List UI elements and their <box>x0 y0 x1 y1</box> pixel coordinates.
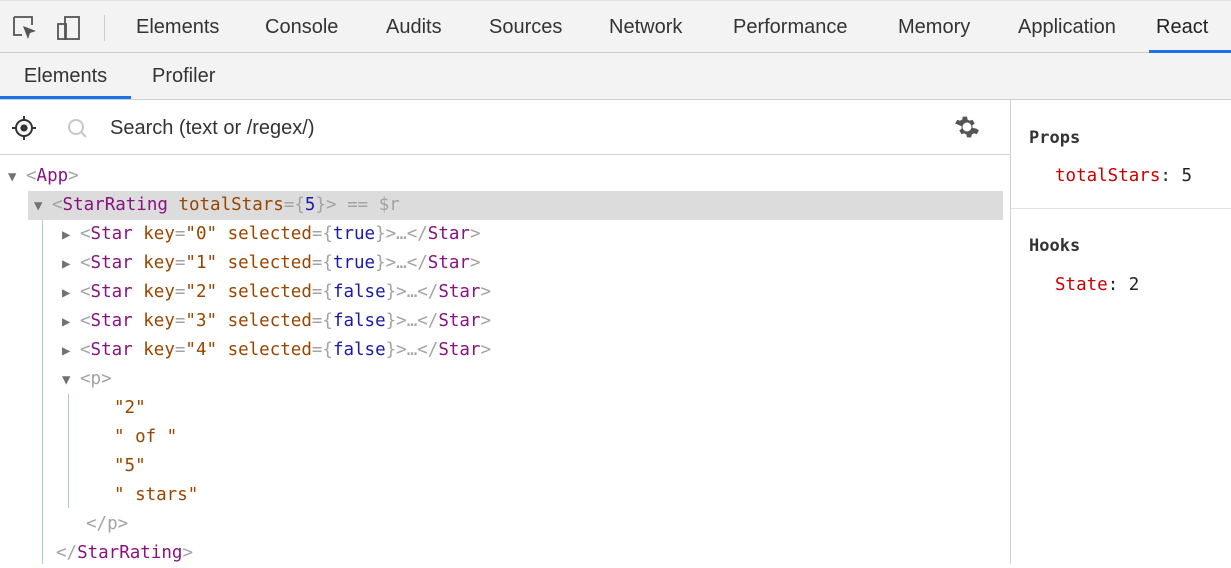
tree-row-star-rating[interactable]: ▼ <StarRating totalStars={5}> == $r <box>28 191 1003 220</box>
tree-row-p[interactable]: ▼ <p> <box>62 365 112 394</box>
hooks-title: Hooks <box>1029 236 1081 256</box>
collapsed-triangle-icon[interactable]: ▶ <box>62 308 80 337</box>
expanded-triangle-icon[interactable]: ▼ <box>8 163 26 192</box>
tree-row-app[interactable]: ▼ <App> <box>8 162 79 191</box>
search-bar <box>0 100 1010 155</box>
collapsed-triangle-icon[interactable]: ▶ <box>62 279 80 308</box>
prop-row-total-stars[interactable]: totalStars: 5 <box>1055 166 1192 186</box>
tree-row-star[interactable]: ▶ <Star key="3" selected={false}>…</Star> <box>62 307 491 336</box>
tree-row-p-close[interactable]: </p> <box>86 510 128 539</box>
tab-react[interactable]: React <box>1149 1 1231 53</box>
tab-application[interactable]: Application <box>1018 1 1116 53</box>
text-node[interactable]: " of " <box>114 423 177 452</box>
devtools-tab-bar: Elements Console Audits Sources Network … <box>0 0 1231 53</box>
collapsed-triangle-icon[interactable]: ▶ <box>62 337 80 366</box>
panel-divider <box>1011 208 1231 209</box>
tab-sources[interactable]: Sources <box>489 1 562 53</box>
tree-row-star[interactable]: ▶ <Star key="1" selected={true}>…</Star> <box>62 249 481 278</box>
tab-audits[interactable]: Audits <box>386 1 442 53</box>
expanded-triangle-icon[interactable]: ▼ <box>34 192 52 221</box>
selected-element-panel: Props totalStars: 5 Hooks State: 2 <box>1010 100 1231 564</box>
tab-elements[interactable]: Elements <box>136 1 219 53</box>
gear-icon[interactable] <box>954 114 980 140</box>
hook-row-state[interactable]: State: 2 <box>1055 275 1139 295</box>
tab-console[interactable]: Console <box>265 1 338 53</box>
collapsed-triangle-icon[interactable]: ▶ <box>62 250 80 279</box>
text-node[interactable]: "2" <box>114 394 146 423</box>
subtab-profiler[interactable]: Profiler <box>152 53 215 99</box>
device-toolbar-icon[interactable] <box>56 15 82 41</box>
search-icon <box>68 119 87 138</box>
tree-row-star[interactable]: ▶ <Star key="0" selected={true}>…</Star> <box>62 220 481 249</box>
select-element-target-icon[interactable] <box>12 116 36 140</box>
inspect-element-icon[interactable] <box>12 15 38 41</box>
props-title: Props <box>1029 128 1081 148</box>
tab-network[interactable]: Network <box>609 1 682 53</box>
tree-guide-line <box>68 394 69 508</box>
component-tree-pane: ▼<App> ▼<StarRating totalStars={5}> == $… <box>0 100 1010 564</box>
text-node[interactable]: " stars" <box>114 481 198 510</box>
text-node[interactable]: "5" <box>114 452 146 481</box>
tab-memory[interactable]: Memory <box>898 1 970 53</box>
tab-performance[interactable]: Performance <box>733 1 848 53</box>
tree-row-star[interactable]: ▶ <Star key="2" selected={false}>…</Star> <box>62 278 491 307</box>
subtab-elements[interactable]: Elements <box>0 53 131 99</box>
collapsed-triangle-icon[interactable]: ▶ <box>62 221 80 250</box>
tree-row-star[interactable]: ▶ <Star key="4" selected={false}>…</Star> <box>62 336 491 365</box>
expanded-triangle-icon[interactable]: ▼ <box>62 366 80 395</box>
toolbar-separator <box>104 15 105 41</box>
tree-guide-line <box>42 220 43 564</box>
react-subtab-bar: Elements Profiler <box>0 53 1231 100</box>
search-input[interactable] <box>108 110 932 146</box>
